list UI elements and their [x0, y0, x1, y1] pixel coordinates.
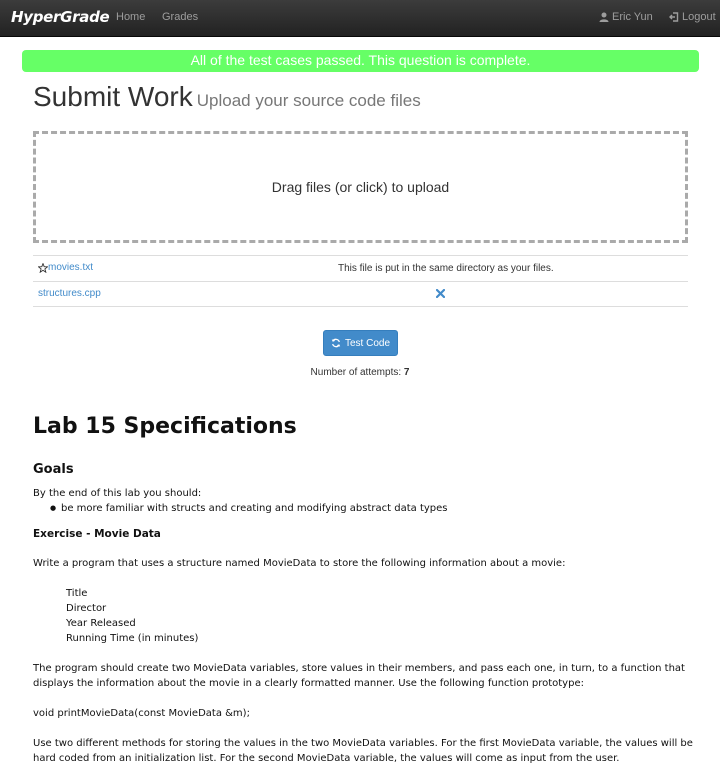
file-note: This file is put in the same directory a…: [338, 263, 554, 274]
field-item: Year Released: [66, 618, 136, 629]
user-name: Eric Yun: [612, 11, 653, 23]
test-code-button[interactable]: Test Code: [323, 330, 398, 356]
attempts-value: 7: [403, 367, 410, 378]
brand-logo[interactable]: HyperGrade: [11, 8, 110, 26]
field-item: Title: [66, 588, 88, 599]
goal-item: be more familiar with structs and creati…: [50, 501, 713, 516]
star-icon: [38, 262, 48, 273]
page-subtitle: Upload your source code files: [196, 91, 421, 110]
goals-list: be more familiar with structs and creati…: [50, 501, 713, 516]
specifications: Lab 15 Specifications Goals By the end o…: [33, 414, 713, 766]
file-row: movies.txt This file is put in the same …: [33, 255, 688, 281]
upload-dropzone[interactable]: Drag files (or click) to upload: [33, 131, 688, 243]
navbar: HyperGrade Home Grades Eric Yun Logout: [0, 0, 720, 37]
goals-intro: By the end of this lab you should:: [33, 488, 202, 499]
nav-user[interactable]: Eric Yun: [599, 11, 653, 23]
attempts-label: Number of attempts:: [310, 367, 402, 378]
file-link-movies[interactable]: movies.txt: [38, 262, 93, 273]
logout-icon: [669, 12, 679, 22]
file-link-structures[interactable]: structures.cpp: [38, 288, 101, 299]
test-code-label: Test Code: [344, 337, 391, 349]
success-alert: All of the test cases passed. This quest…: [22, 50, 699, 72]
dropzone-label: Drag files (or click) to upload: [271, 179, 450, 195]
logout-label: Logout: [682, 11, 716, 23]
refresh-icon: [331, 338, 341, 348]
spec-title: Lab 15 Specifications: [33, 414, 297, 439]
exercise-paragraph: The program should create two MovieData …: [33, 663, 685, 689]
logout-link[interactable]: Logout: [669, 11, 716, 23]
exercise-heading: Exercise - Movie Data: [33, 528, 161, 540]
file-row: structures.cpp: [33, 281, 688, 307]
remove-file-icon[interactable]: [436, 289, 445, 298]
file-list: movies.txt This file is put in the same …: [33, 255, 688, 307]
attempts-counter: Number of attempts: 7: [0, 367, 720, 378]
page-title: Submit Work Upload your source code files: [33, 81, 421, 113]
file-name-label: structures.cpp: [38, 288, 101, 299]
function-prototype: void printMovieData(const MovieData &m);: [33, 708, 250, 719]
page-title-text: Submit Work: [33, 81, 193, 112]
exercise-intro: Write a program that uses a structure na…: [33, 558, 566, 569]
nav-home[interactable]: Home: [116, 11, 145, 23]
nav-grades[interactable]: Grades: [162, 11, 198, 23]
goals-heading: Goals: [33, 462, 74, 477]
exercise-paragraph: Use two different methods for storing th…: [33, 738, 693, 764]
user-icon: [599, 12, 609, 22]
field-item: Director: [66, 603, 107, 614]
field-item: Running Time (in minutes): [66, 633, 199, 644]
field-list: Title Director Year Released Running Tim…: [33, 586, 713, 646]
file-name-label: movies.txt: [48, 262, 94, 273]
